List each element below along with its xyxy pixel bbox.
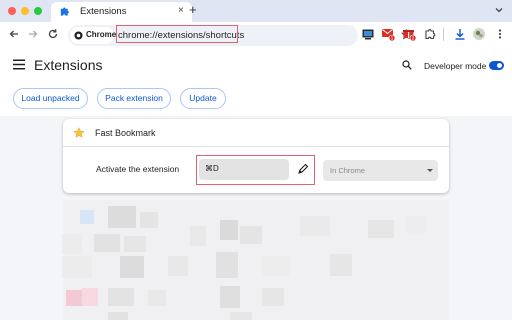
tab-extensions[interactable]: Extensions ×	[51, 2, 192, 22]
close-window-button[interactable]	[8, 7, 16, 15]
extension-name: Fast Bookmark	[95, 128, 156, 138]
developer-mode-toggle[interactable]	[489, 61, 504, 70]
download-icon[interactable]	[453, 27, 467, 41]
reload-icon[interactable]	[47, 28, 59, 40]
chevron-down-icon	[427, 169, 433, 172]
search-icon[interactable]	[402, 60, 412, 70]
extensions-puzzle-icon[interactable]	[423, 27, 437, 41]
tab-search-chevron-icon[interactable]	[493, 4, 505, 16]
card-header: Fast Bookmark	[63, 119, 449, 147]
extension-shortcut-card: Fast Bookmark Activate the extension ⌘D …	[63, 119, 449, 193]
site-info-chip[interactable]: Chrome	[70, 27, 117, 44]
shortcuts-content: Fast Bookmark Activate the extension ⌘D …	[0, 116, 512, 320]
pack-extension-button[interactable]: Pack extension	[97, 88, 171, 109]
extension-screen-icon[interactable]	[361, 27, 375, 41]
developer-mode-label: Developer mode	[424, 61, 487, 71]
site-chip-label: Chrome	[86, 30, 117, 39]
extension-mail-icon[interactable]: 1	[381, 27, 395, 41]
forward-arrow-icon[interactable]	[27, 28, 39, 40]
star-extension-icon	[73, 127, 85, 138]
maximize-window-button[interactable]	[34, 7, 42, 15]
page-title: Extensions	[34, 57, 103, 73]
hamburger-menu-icon[interactable]	[13, 59, 25, 70]
extensions-page: Extensions Developer mode Load unpacked …	[0, 48, 512, 320]
command-label: Activate the extension	[96, 164, 180, 174]
load-unpacked-button[interactable]: Load unpacked	[13, 88, 88, 109]
update-button[interactable]: Update	[180, 88, 226, 109]
scope-value: In Chrome	[330, 166, 366, 175]
shortcut-highlight-box	[196, 155, 315, 185]
profile-avatar-icon[interactable]	[472, 27, 486, 41]
new-tab-button[interactable]: +	[189, 3, 197, 17]
tab-strip: Extensions × +	[0, 0, 512, 22]
toolbar-divider	[443, 28, 444, 41]
page-header: Extensions Developer mode	[0, 48, 512, 84]
back-arrow-icon[interactable]	[8, 28, 20, 40]
tab-close-icon[interactable]: ×	[178, 5, 184, 17]
minimize-window-button[interactable]	[21, 7, 29, 15]
more-menu-icon[interactable]	[493, 27, 507, 41]
extension-gift-icon[interactable]: 2	[402, 27, 416, 41]
toggle-knob	[497, 63, 502, 68]
shortcut-scope-select[interactable]: In Chrome	[323, 160, 438, 181]
chrome-logo-icon	[74, 31, 83, 40]
browser-toolbar: Chrome chrome://extensions/shortcuts 1 2	[0, 22, 512, 48]
tab-title: Extensions	[80, 6, 127, 17]
url-highlight-box	[116, 25, 238, 43]
puzzle-icon	[60, 7, 69, 16]
